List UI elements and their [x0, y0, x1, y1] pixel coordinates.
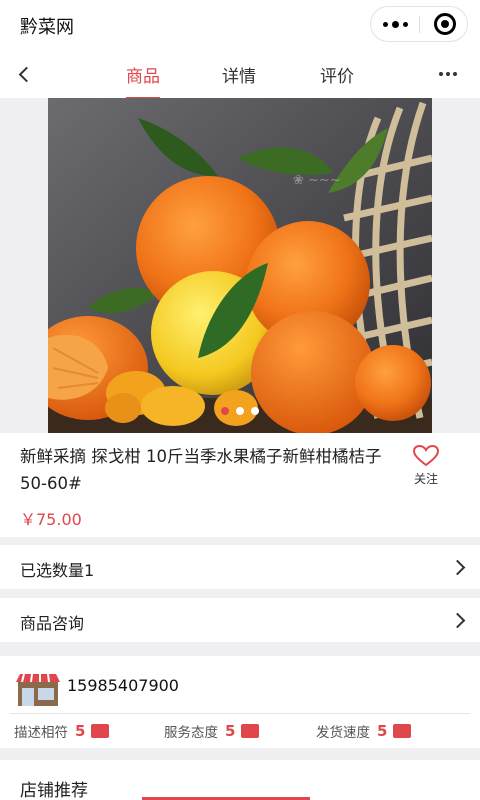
- score-badge: [91, 724, 110, 738]
- back-arrow-icon[interactable]: [14, 62, 38, 86]
- mini-program-capsule: [370, 6, 468, 42]
- tab-details[interactable]: 详情: [222, 62, 256, 87]
- favorite-button[interactable]: 关注: [408, 445, 444, 487]
- shop-card[interactable]: 15985407900 描述相符 5 服务态度 5 发货速度 5: [0, 656, 480, 748]
- chevron-right-icon: [450, 558, 468, 576]
- svg-text:❀ ~~~: ❀ ~~~: [293, 173, 341, 188]
- score-service: 服务态度 5: [164, 721, 260, 741]
- score-value: 5: [377, 722, 388, 740]
- carousel-dot: [251, 407, 259, 415]
- top-bar: 黔菜网: [0, 0, 480, 50]
- score-shipping: 发货速度 5: [316, 721, 412, 741]
- score-value: 5: [225, 722, 236, 740]
- carousel-dot: [236, 407, 244, 415]
- product-consult-row[interactable]: 商品咨询: [0, 598, 480, 642]
- score-badge: [241, 724, 260, 738]
- storefront-icon: [16, 673, 60, 706]
- app-title: 黔菜网: [20, 17, 74, 38]
- section-title: 店铺推荐: [20, 781, 88, 800]
- score-badge: [393, 724, 412, 738]
- shop-phone: 15985407900: [67, 676, 179, 695]
- product-gallery[interactable]: ❀ ~~~: [0, 98, 480, 433]
- product-price: ￥75.00: [20, 510, 82, 529]
- heart-icon: [413, 445, 439, 467]
- selected-quantity-label: 已选数量1: [20, 561, 95, 580]
- divider: [10, 713, 470, 714]
- more-dots-icon[interactable]: [371, 7, 419, 41]
- tab-bar: 商品 详情 评价: [0, 50, 480, 100]
- shop-recommend-section: 店铺推荐: [0, 760, 480, 800]
- score-description: 描述相符 5: [14, 721, 110, 741]
- selected-quantity-row[interactable]: 已选数量1: [0, 545, 480, 589]
- product-consult-label: 商品咨询: [20, 614, 85, 633]
- score-label: 描述相符: [14, 725, 68, 741]
- chevron-right-icon: [450, 611, 468, 629]
- favorite-label: 关注: [413, 472, 438, 486]
- product-photo: ❀ ~~~: [48, 98, 432, 433]
- tab-reviews[interactable]: 评价: [320, 62, 354, 87]
- tab-goods[interactable]: 商品: [126, 62, 160, 100]
- product-info: 新鲜采摘 探戈柑 10斤当季水果橘子新鲜柑橘桔子 50-60# 关注 ￥75.0…: [0, 433, 480, 537]
- close-circle-icon[interactable]: [434, 13, 456, 35]
- score-value: 5: [75, 722, 86, 740]
- capsule-divider: [419, 16, 420, 33]
- carousel-dot: [221, 407, 229, 415]
- score-label: 服务态度: [164, 725, 218, 741]
- score-label: 发货速度: [316, 725, 370, 741]
- carousel-indicator: [0, 407, 480, 415]
- product-title: 新鲜采摘 探戈柑 10斤当季水果橘子新鲜柑橘桔子 50-60#: [20, 447, 382, 493]
- more-options-icon[interactable]: [436, 62, 460, 86]
